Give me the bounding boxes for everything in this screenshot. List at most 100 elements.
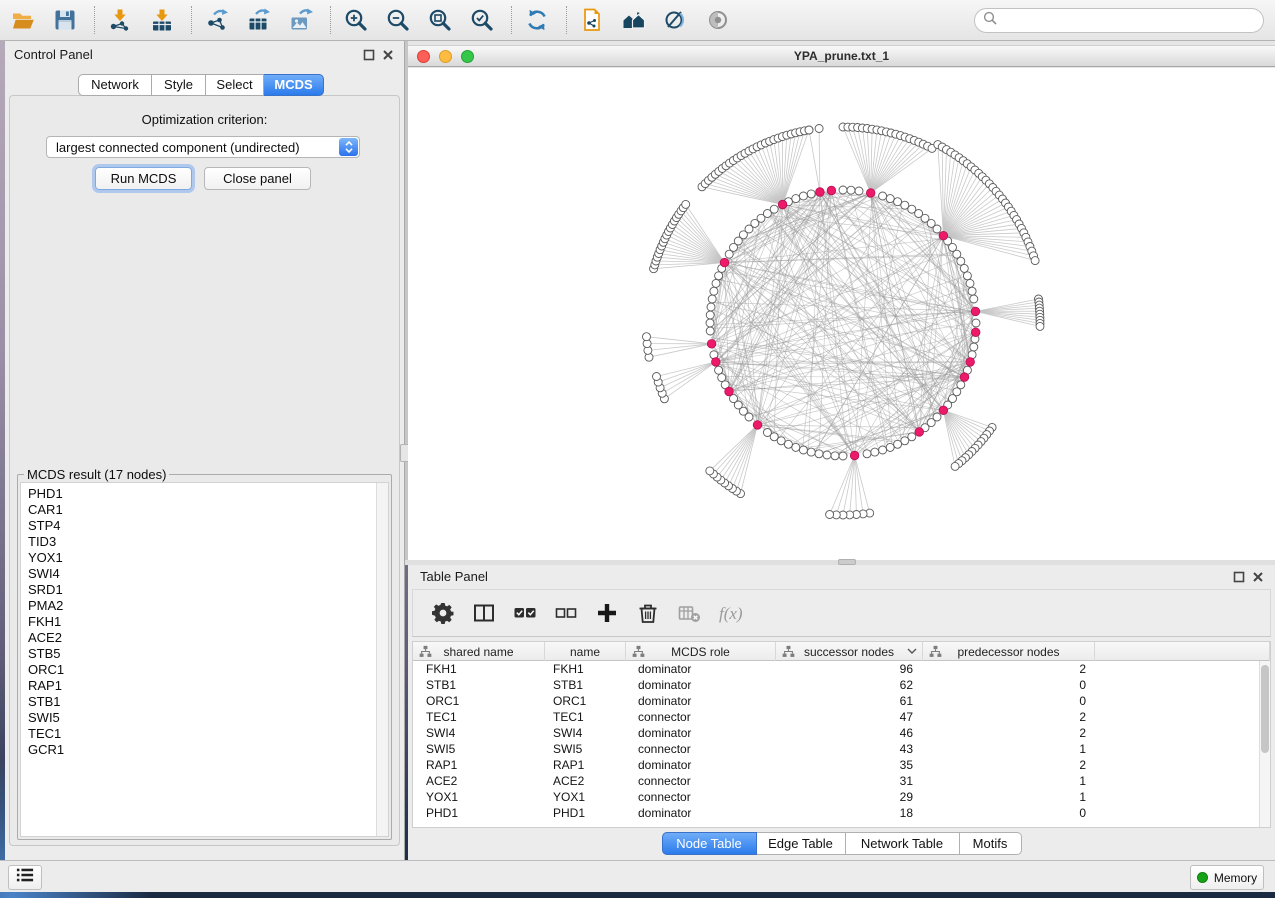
close-panel-icon[interactable] bbox=[1252, 571, 1264, 583]
table-cell: FKH1 bbox=[413, 661, 545, 677]
close-panel-button[interactable]: Close panel bbox=[204, 167, 311, 190]
table-cell: SWI4 bbox=[545, 725, 626, 741]
column-header-predecessor-nodes[interactable]: predecessor nodes bbox=[923, 642, 1095, 661]
tab-network[interactable]: Network bbox=[78, 74, 152, 96]
table-cell: connector bbox=[626, 773, 776, 789]
table-row[interactable]: SWI4SWI4dominator462 bbox=[413, 725, 1270, 741]
mcds-result-list[interactable]: PHD1CAR1STP4TID3YOX1SWI4SRD1PMA2FKH1ACE2… bbox=[20, 482, 389, 837]
add-button[interactable] bbox=[594, 600, 620, 626]
mcds-result-node[interactable]: SWI5 bbox=[21, 710, 388, 726]
zoom-out-button[interactable] bbox=[383, 4, 413, 36]
table-row[interactable]: STB1STB1dominator620 bbox=[413, 677, 1270, 693]
table-row[interactable]: FKH1FKH1dominator962 bbox=[413, 661, 1270, 677]
import-table-button[interactable] bbox=[147, 4, 177, 36]
home-button[interactable] bbox=[619, 4, 649, 36]
tab-select[interactable]: Select bbox=[206, 74, 264, 96]
mcds-result-node[interactable]: TID3 bbox=[21, 534, 388, 550]
tab-node-table[interactable]: Node Table bbox=[662, 832, 757, 855]
table-cell: 2 bbox=[923, 725, 1095, 741]
tab-style[interactable]: Style bbox=[152, 74, 206, 96]
zoom-fit-button[interactable] bbox=[425, 4, 455, 36]
close-window-icon[interactable] bbox=[417, 50, 430, 63]
mcds-result-node[interactable]: RAP1 bbox=[21, 678, 388, 694]
optimization-criterion-select[interactable]: largest connected component (undirected) bbox=[46, 136, 360, 158]
table-cell: FKH1 bbox=[545, 661, 626, 677]
minimize-window-icon[interactable] bbox=[439, 50, 452, 63]
table-row[interactable]: ACE2ACE2connector311 bbox=[413, 773, 1270, 789]
maximize-window-icon[interactable] bbox=[461, 50, 474, 63]
tab-mcds[interactable]: MCDS bbox=[264, 74, 324, 96]
columns-button[interactable] bbox=[471, 600, 497, 626]
column-header-MCDS-role[interactable]: MCDS role bbox=[626, 642, 776, 661]
close-panel-icon[interactable] bbox=[382, 49, 394, 61]
overview-button[interactable] bbox=[703, 4, 733, 36]
table-row[interactable]: TEC1TEC1connector472 bbox=[413, 709, 1270, 725]
save-session-button[interactable] bbox=[50, 4, 80, 36]
mcds-result-node[interactable]: ORC1 bbox=[21, 662, 388, 678]
settings-button[interactable] bbox=[430, 600, 456, 626]
select-all-button[interactable] bbox=[512, 600, 538, 626]
export-network-button[interactable] bbox=[202, 4, 232, 36]
mcds-result-node[interactable]: CAR1 bbox=[21, 502, 388, 518]
control-panel-title: Control Panel bbox=[14, 47, 93, 62]
mcds-result-node[interactable]: STB5 bbox=[21, 646, 388, 662]
mcds-result-node[interactable]: PHD1 bbox=[21, 486, 388, 502]
mcds-result-node[interactable]: TEC1 bbox=[21, 726, 388, 742]
mcds-result-node[interactable]: YOX1 bbox=[21, 550, 388, 566]
toolbar-separator bbox=[566, 6, 567, 34]
run-mcds-button[interactable]: Run MCDS bbox=[95, 167, 192, 190]
mcds-result-node[interactable]: STP4 bbox=[21, 518, 388, 534]
optimization-criterion-label: Optimization criterion: bbox=[10, 112, 399, 127]
table-scrollbar[interactable] bbox=[1259, 661, 1270, 827]
memory-button[interactable]: Memory bbox=[1190, 865, 1264, 890]
table-row[interactable]: PHD1PHD1dominator180 bbox=[413, 805, 1270, 821]
table-row[interactable]: RAP1RAP1dominator352 bbox=[413, 757, 1270, 773]
table-cell: dominator bbox=[626, 805, 776, 821]
column-header-successor-nodes[interactable]: successor nodes bbox=[776, 642, 923, 661]
graphics-details-button[interactable] bbox=[661, 4, 691, 36]
mcds-result-node[interactable]: SWI4 bbox=[21, 566, 388, 582]
table-row[interactable]: YOX1YOX1connector291 bbox=[413, 789, 1270, 805]
table-row[interactable]: ORC1ORC1dominator610 bbox=[413, 693, 1270, 709]
table-cell: 29 bbox=[776, 789, 923, 805]
table-cell: RAP1 bbox=[413, 757, 545, 773]
zoom-in-button[interactable] bbox=[341, 4, 371, 36]
task-history-button[interactable] bbox=[8, 865, 42, 890]
column-header-shared-name[interactable]: shared name bbox=[413, 642, 545, 661]
search-box[interactable] bbox=[974, 8, 1264, 33]
float-panel-icon[interactable] bbox=[363, 49, 375, 61]
table-toolbar: f(x) bbox=[412, 589, 1271, 637]
column-header-filler bbox=[1095, 642, 1270, 661]
refresh-button[interactable] bbox=[522, 4, 552, 36]
table-cell: RAP1 bbox=[545, 757, 626, 773]
export-table-button[interactable] bbox=[244, 4, 274, 36]
tab-edge-table[interactable]: Edge Table bbox=[757, 832, 846, 855]
mcds-result-node[interactable]: STB1 bbox=[21, 694, 388, 710]
mcds-result-node[interactable]: FKH1 bbox=[21, 614, 388, 630]
delete-button[interactable] bbox=[635, 600, 661, 626]
table-cell: ACE2 bbox=[413, 773, 545, 789]
tab-motifs[interactable]: Motifs bbox=[960, 832, 1022, 855]
zoom-selected-button[interactable] bbox=[467, 4, 497, 36]
column-header-name[interactable]: name bbox=[545, 642, 626, 661]
mcds-list-scrollbar[interactable] bbox=[376, 483, 388, 836]
mcds-result-node[interactable]: ACE2 bbox=[21, 630, 388, 646]
network-canvas[interactable] bbox=[408, 68, 1275, 560]
settings-icon bbox=[431, 601, 455, 625]
table-scrollbar-thumb[interactable] bbox=[1261, 665, 1269, 753]
unselect-all-button[interactable] bbox=[553, 600, 579, 626]
mcds-result-node[interactable]: PMA2 bbox=[21, 598, 388, 614]
zoom-fit-icon bbox=[428, 8, 452, 32]
import-network-button[interactable] bbox=[105, 4, 135, 36]
open-session-button[interactable] bbox=[8, 4, 38, 36]
network-document-button[interactable] bbox=[577, 4, 607, 36]
mcds-result-node[interactable]: GCR1 bbox=[21, 742, 388, 758]
column-type-icon bbox=[632, 645, 645, 658]
export-image-button[interactable] bbox=[286, 4, 316, 36]
tab-network-table[interactable]: Network Table bbox=[846, 832, 960, 855]
table-row[interactable]: SWI5SWI5connector431 bbox=[413, 741, 1270, 757]
search-input[interactable] bbox=[1002, 14, 1255, 28]
table-cell: dominator bbox=[626, 757, 776, 773]
float-panel-icon[interactable] bbox=[1233, 571, 1245, 583]
mcds-result-node[interactable]: SRD1 bbox=[21, 582, 388, 598]
